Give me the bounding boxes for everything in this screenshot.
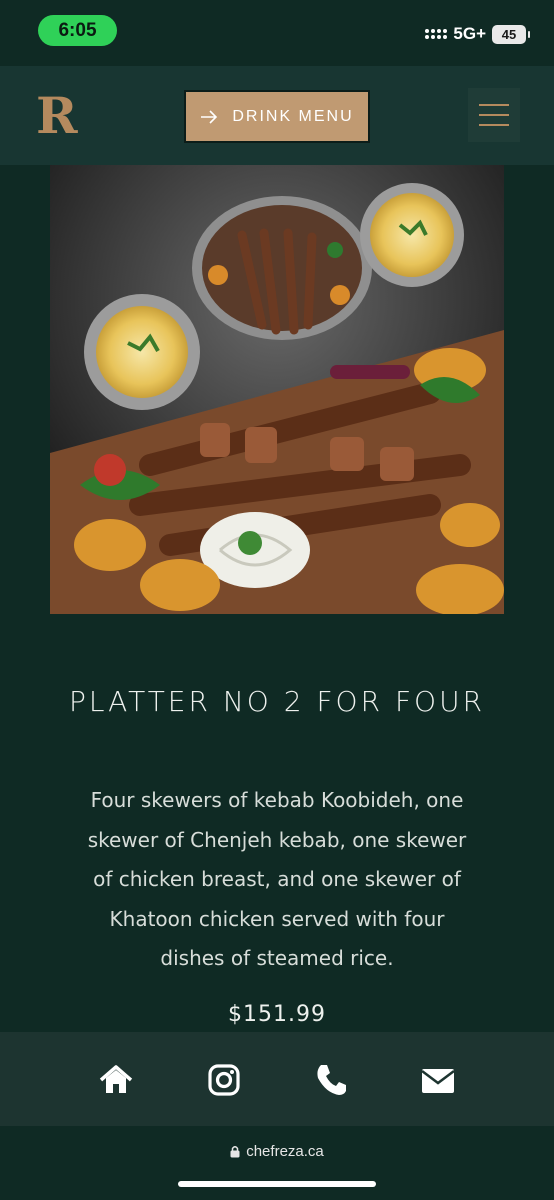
- instagram-icon[interactable]: [206, 1062, 242, 1098]
- drink-menu-label: DRINK MENU: [232, 107, 354, 125]
- phone-icon[interactable]: [313, 1062, 349, 1098]
- signal-icon: [425, 29, 448, 39]
- bottom-nav: [0, 1032, 554, 1126]
- battery-level: 45: [501, 26, 517, 42]
- status-bar: 6:05 5G+ 45: [0, 0, 554, 66]
- item-price: $151.99: [228, 1002, 326, 1027]
- url-bar[interactable]: chefreza.ca: [0, 1143, 554, 1160]
- item-title: PLATTER NO 2 FOR FOUR: [68, 685, 486, 718]
- status-indicators: 5G+ 45: [425, 22, 530, 46]
- home-icon[interactable]: [98, 1062, 134, 1098]
- lock-icon: [230, 1146, 240, 1158]
- logo[interactable]: R: [36, 90, 78, 142]
- url-text: chefreza.ca: [246, 1143, 324, 1160]
- browser-bar: chefreza.ca: [0, 1126, 554, 1200]
- battery-icon: 45: [492, 24, 530, 44]
- home-indicator[interactable]: [178, 1181, 376, 1187]
- network-label: 5G+: [453, 24, 486, 43]
- platter-photo: [50, 165, 504, 614]
- hamburger-icon[interactable]: [468, 88, 520, 142]
- status-time: 6:05: [38, 15, 117, 46]
- site-header: R DRINK MENU: [0, 66, 554, 165]
- mail-icon[interactable]: [420, 1062, 456, 1098]
- arrow-right-icon: [201, 109, 218, 124]
- drink-menu-button[interactable]: DRINK MENU: [184, 90, 370, 143]
- item-description: Four skewers of kebab Koobideh, one skew…: [87, 788, 467, 970]
